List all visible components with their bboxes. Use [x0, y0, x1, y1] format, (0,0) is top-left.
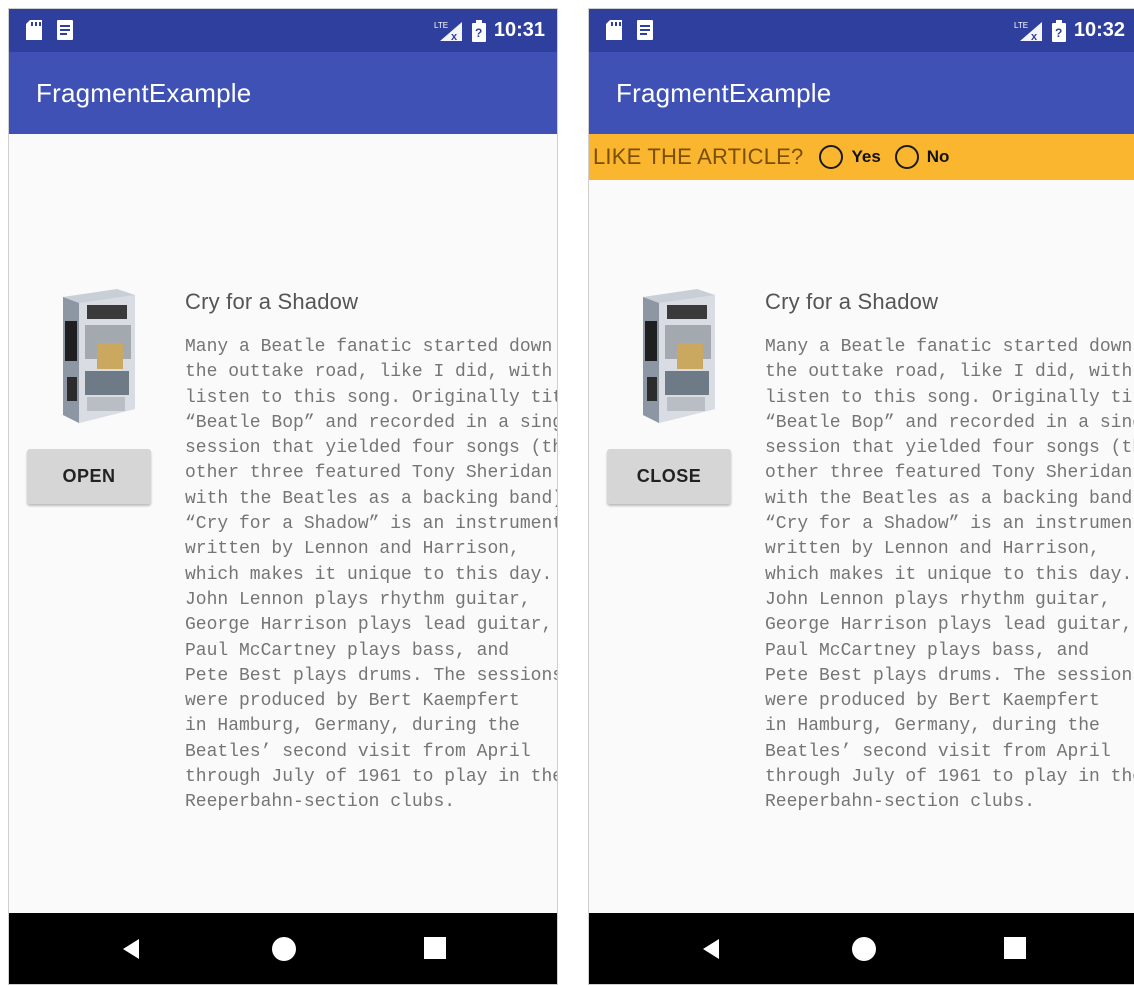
phone-screen-open: LTE x ? 10:31 FragmentExample Cry for a S… [8, 8, 558, 985]
app-bar: FragmentExample [589, 52, 1134, 134]
sd-card-icon [606, 20, 622, 40]
battery-icon: ? [471, 19, 486, 42]
home-icon[interactable] [272, 937, 296, 961]
lte-signal-icon: LTEx [1014, 21, 1042, 42]
yes-label[interactable]: Yes [851, 147, 880, 167]
sd-card-icon [26, 20, 42, 40]
recents-icon[interactable] [1004, 937, 1026, 959]
back-icon[interactable] [699, 937, 723, 961]
like-article-prompt: LIKE THE ARTICLE? [593, 144, 804, 169]
album-cover-image [57, 281, 135, 427]
status-bar: LTE x ? 10:32 [589, 9, 1134, 52]
like-article-fragment: LIKE THE ARTICLE? Yes No [589, 134, 1134, 180]
yes-radio-option[interactable]: Yes [819, 145, 881, 169]
app-bar: FragmentExample [9, 52, 557, 134]
open-button[interactable]: OPEN [27, 449, 151, 504]
home-icon[interactable] [852, 937, 876, 961]
phone-screen-close: LTE x ? 10:32 FragmentExample LIKE THE AR… [588, 8, 1134, 985]
navigation-bar [9, 913, 557, 984]
navigation-bar [589, 913, 1134, 984]
app-title: FragmentExample [36, 78, 252, 108]
article-title: Cry for a Shadow [185, 289, 359, 314]
status-time: 10:32 [1073, 19, 1125, 41]
notification-icon [57, 20, 73, 40]
no-label[interactable]: No [927, 147, 950, 167]
svg-text:x: x [451, 31, 458, 42]
app-title: FragmentExample [616, 78, 832, 108]
recents-icon[interactable] [424, 937, 446, 959]
radio-unchecked-icon[interactable] [819, 145, 844, 169]
like-radio-group: Yes No [819, 145, 963, 169]
article-body: Many a Beatle fanatic started down the o… [185, 337, 558, 813]
album-cover-image [637, 281, 715, 427]
svg-text:LTE: LTE [434, 21, 448, 30]
svg-text:?: ? [475, 26, 482, 40]
notification-icon [637, 20, 653, 40]
status-bar: LTE x ? 10:31 [9, 9, 557, 52]
close-button[interactable]: CLOSE [607, 449, 731, 504]
back-icon[interactable] [119, 937, 143, 961]
svg-text:LTE: LTE [1014, 21, 1028, 30]
lte-signal-icon: LTEx [434, 21, 462, 42]
no-radio-option[interactable]: No [894, 145, 950, 169]
svg-text:x: x [1031, 31, 1038, 42]
svg-text:?: ? [1055, 26, 1062, 40]
radio-unchecked-icon[interactable] [894, 145, 919, 169]
battery-icon: ? [1051, 19, 1066, 42]
article-title: Cry for a Shadow [765, 289, 939, 314]
status-time: 10:31 [493, 19, 545, 41]
article-body: Many a Beatle fanatic started down the o… [765, 337, 1134, 813]
